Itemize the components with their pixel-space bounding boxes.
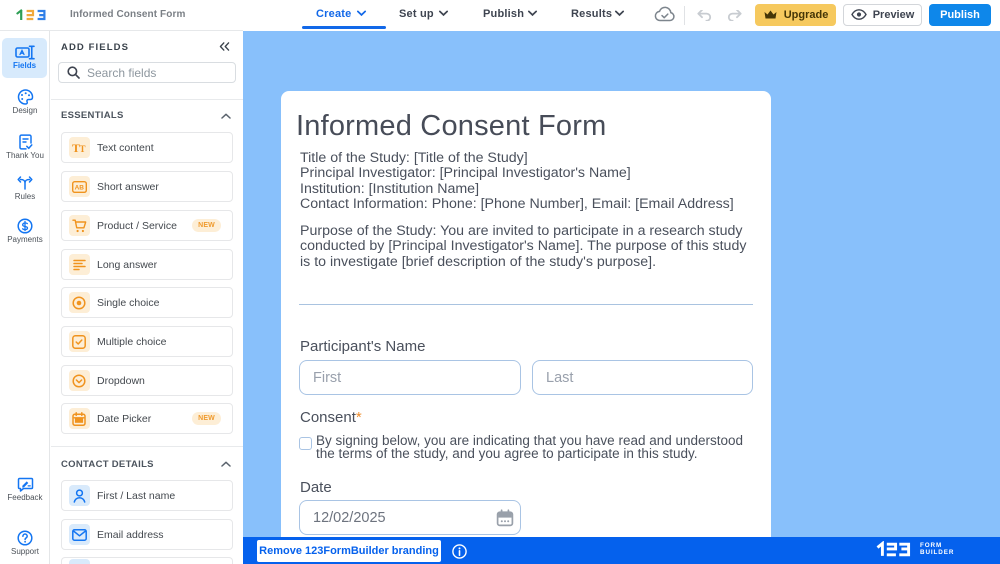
svg-text:T: T (80, 144, 86, 154)
svg-text:AB: AB (74, 184, 84, 191)
